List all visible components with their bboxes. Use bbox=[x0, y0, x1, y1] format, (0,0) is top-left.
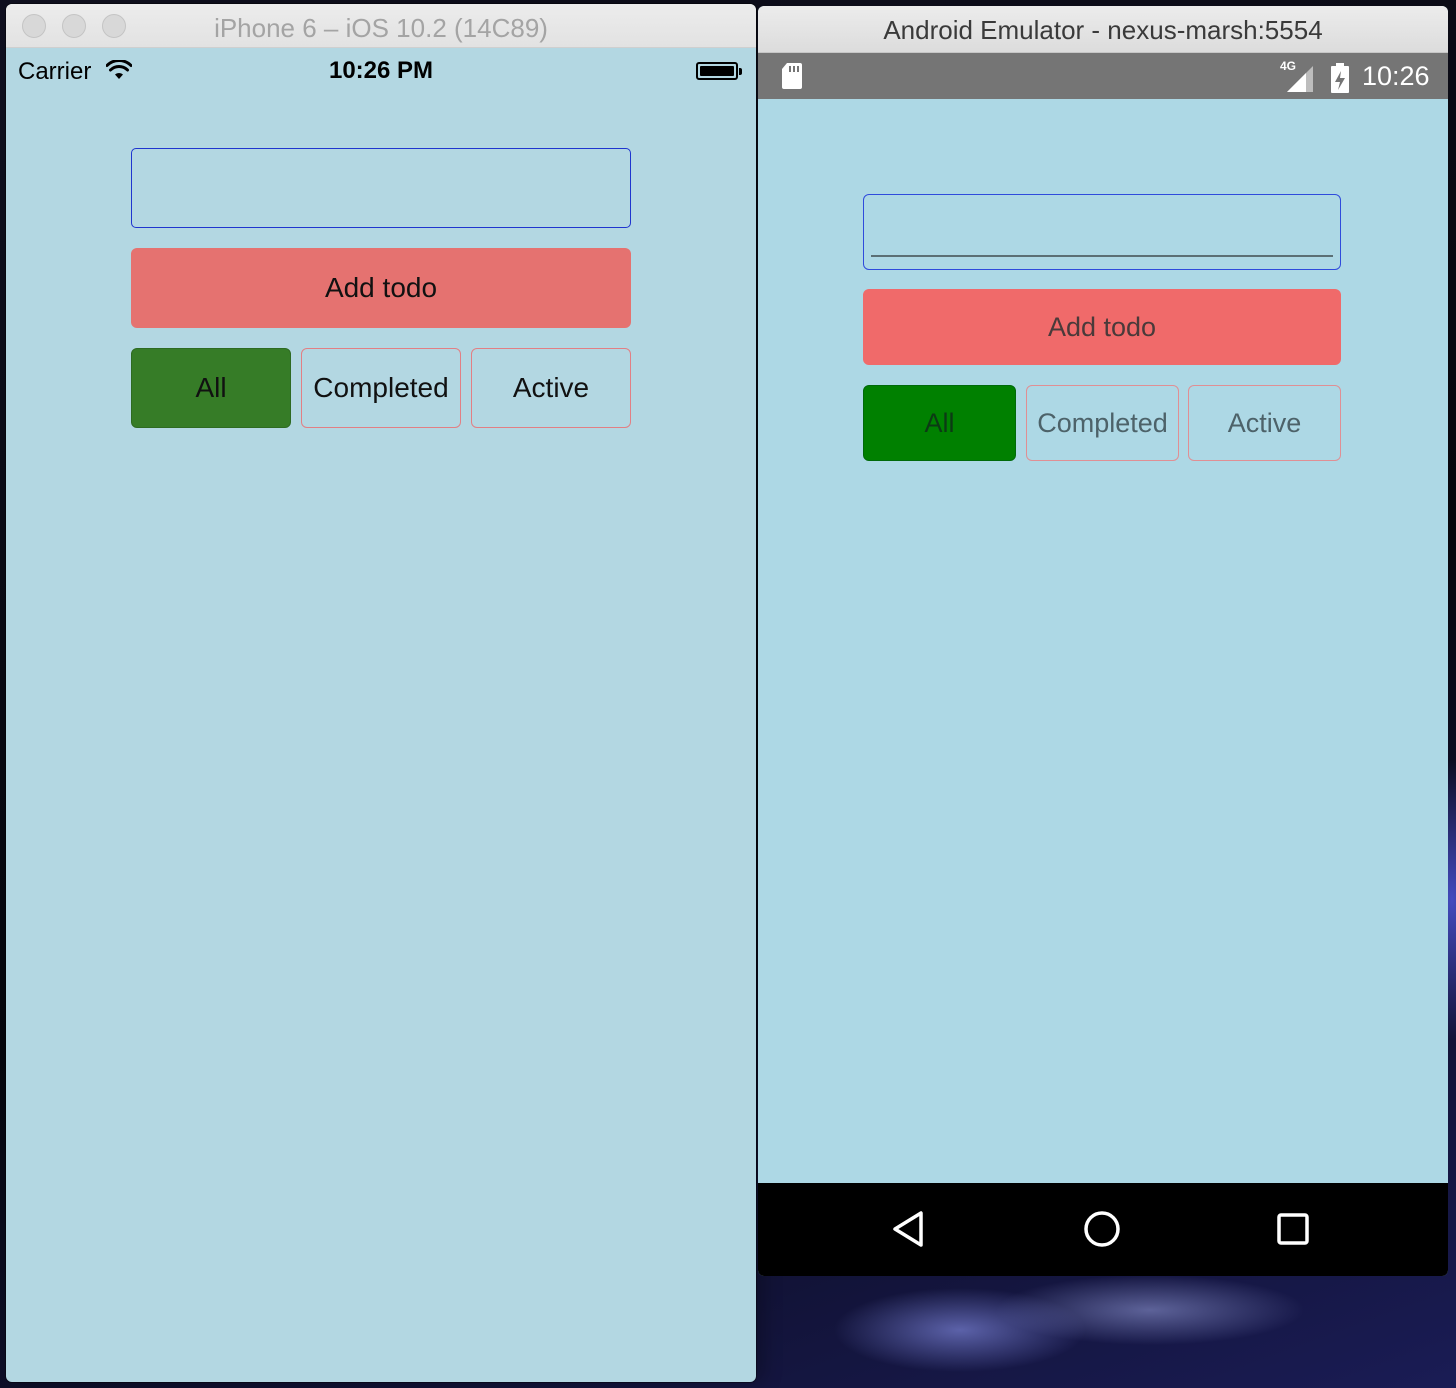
android-navigation-bar bbox=[758, 1183, 1448, 1276]
battery-icon bbox=[696, 62, 742, 80]
add-todo-button[interactable]: Add todo bbox=[131, 248, 631, 328]
todo-input[interactable] bbox=[131, 148, 631, 228]
add-todo-button[interactable]: Add todo bbox=[863, 289, 1341, 365]
ios-simulator-window: iPhone 6 – iOS 10.2 (14C89) Carrier 10:2… bbox=[6, 4, 756, 1382]
status-time: 10:26 bbox=[1362, 61, 1430, 91]
filter-all-button[interactable]: All bbox=[131, 348, 291, 428]
filter-completed-button[interactable]: Completed bbox=[301, 348, 461, 428]
signal-icon bbox=[1284, 65, 1314, 98]
sd-card-icon bbox=[781, 62, 803, 90]
filter-all-button[interactable]: All bbox=[863, 385, 1016, 461]
battery-charging-icon bbox=[1330, 63, 1350, 98]
android-status-bar: 4G 10:26 bbox=[758, 53, 1448, 99]
recents-icon[interactable] bbox=[1271, 1207, 1315, 1251]
android-window-title: Android Emulator - nexus-marsh:5554 bbox=[883, 15, 1323, 45]
android-titlebar[interactable]: Android Emulator - nexus-marsh:5554 bbox=[758, 6, 1448, 53]
status-time: 10:26 PM bbox=[328, 57, 434, 84]
todo-input[interactable] bbox=[871, 205, 1333, 257]
filter-completed-button[interactable]: Completed bbox=[1026, 385, 1179, 461]
home-icon[interactable] bbox=[1080, 1207, 1124, 1251]
todo-input-container bbox=[863, 194, 1341, 270]
ios-window-title: iPhone 6 – iOS 10.2 (14C89) bbox=[214, 13, 548, 43]
ios-status-bar: Carrier 10:26 PM bbox=[6, 48, 756, 98]
filter-active-button[interactable]: Active bbox=[471, 348, 631, 428]
ios-titlebar[interactable]: iPhone 6 – iOS 10.2 (14C89) bbox=[6, 4, 756, 48]
back-icon[interactable] bbox=[889, 1207, 933, 1251]
filter-active-button[interactable]: Active bbox=[1188, 385, 1341, 461]
android-emulator-window: Android Emulator - nexus-marsh:5554 4G 1… bbox=[758, 6, 1448, 1276]
